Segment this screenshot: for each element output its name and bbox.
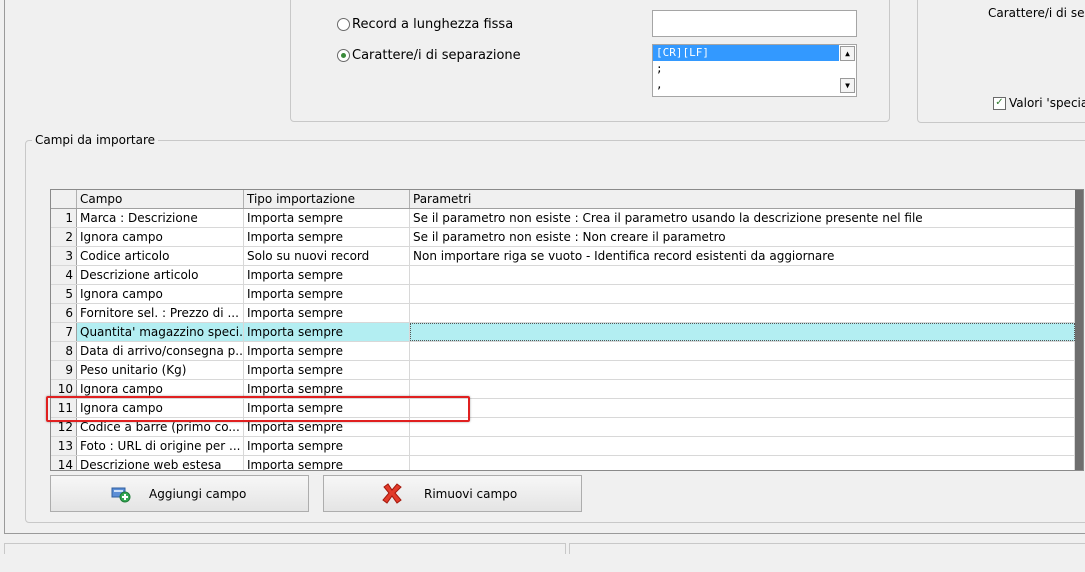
cell-parametri[interactable] <box>410 266 1075 284</box>
cell-campo[interactable]: Ignora campo <box>77 285 244 303</box>
column-header-parametri[interactable]: Parametri <box>410 190 1075 208</box>
cell-tipo[interactable]: Importa sempre <box>244 304 410 322</box>
cell-tipo[interactable]: Importa sempre <box>244 285 410 303</box>
cell-parametri[interactable] <box>410 399 1075 417</box>
column-header-campo[interactable]: Campo <box>77 190 244 208</box>
remove-field-button[interactable]: Rimuovi campo <box>323 475 582 512</box>
row-number: 9 <box>51 361 77 379</box>
table-row[interactable]: 5 Ignora campo Importa sempre <box>51 285 1075 304</box>
cell-parametri[interactable] <box>410 342 1075 360</box>
row-number: 2 <box>51 228 77 246</box>
row-number: 1 <box>51 209 77 227</box>
row-number: 14 <box>51 456 77 470</box>
status-bar-left <box>4 543 566 554</box>
row-number: 8 <box>51 342 77 360</box>
cell-parametri[interactable]: Se il parametro non esiste : Crea il par… <box>410 209 1075 227</box>
cell-parametri[interactable]: Se il parametro non esiste : Non creare … <box>410 228 1075 246</box>
cell-tipo[interactable]: Importa sempre <box>244 342 410 360</box>
cell-tipo[interactable]: Importa sempre <box>244 361 410 379</box>
column-header-tipo[interactable]: Tipo importazione <box>244 190 410 208</box>
table-row[interactable]: 7 Quantita' magazzino speci... Importa sem… <box>51 323 1075 342</box>
cell-tipo[interactable]: Importa sempre <box>244 266 410 284</box>
cell-tipo[interactable]: Importa sempre <box>244 228 410 246</box>
cell-campo[interactable]: Data di arrivo/consegna p... <box>77 342 244 360</box>
table-row[interactable]: 14 Descrizione web estesa Importa sempre <box>51 456 1075 470</box>
fields-grid[interactable]: Campo Tipo importazione Parametri 1 Marca… <box>50 189 1084 471</box>
cell-parametri[interactable] <box>410 437 1075 455</box>
cell-tipo[interactable]: Solo su nuovi record <box>244 247 410 265</box>
row-number: 3 <box>51 247 77 265</box>
cell-parametri[interactable] <box>410 285 1075 303</box>
fields-group-title: Campi da importare <box>32 133 158 147</box>
cell-campo[interactable]: Descrizione web estesa <box>77 456 244 470</box>
cell-campo[interactable]: Descrizione articolo <box>77 266 244 284</box>
cell-parametri[interactable] <box>410 380 1075 398</box>
cell-parametri[interactable]: Non importare riga se vuoto - Identifica… <box>410 247 1075 265</box>
row-number: 7 <box>51 323 77 341</box>
table-row[interactable]: 3 Codice articolo Solo su nuovi record Non … <box>51 247 1075 266</box>
cell-tipo[interactable]: Importa sempre <box>244 209 410 227</box>
table-row[interactable]: 6 Fornitore sel. : Prezzo di ... Importa s… <box>51 304 1075 323</box>
row-number-header <box>51 190 77 208</box>
table-row[interactable]: 2 Ignora campo Importa sempre Se il paramet… <box>51 228 1075 247</box>
cell-parametri[interactable] <box>410 304 1075 322</box>
cell-campo[interactable]: Codice articolo <box>77 247 244 265</box>
add-field-label: Aggiungi campo <box>149 487 247 501</box>
row-number: 13 <box>51 437 77 455</box>
cell-parametri[interactable] <box>410 456 1075 470</box>
cell-campo[interactable]: Foto : URL di origine per ... <box>77 437 244 455</box>
cell-campo[interactable]: Ignora campo <box>77 228 244 246</box>
cell-parametri[interactable] <box>410 418 1075 436</box>
cell-campo[interactable]: Peso unitario (Kg) <box>77 361 244 379</box>
table-row[interactable]: 4 Descrizione articolo Importa sempre <box>51 266 1075 285</box>
grid-scrollbar[interactable] <box>1075 190 1083 470</box>
cell-parametri[interactable] <box>410 361 1075 379</box>
table-row[interactable]: 13 Foto : URL di origine per ... Importa s… <box>51 437 1075 456</box>
row-number: 6 <box>51 304 77 322</box>
remove-field-label: Rimuovi campo <box>424 487 518 501</box>
table-row[interactable]: 9 Peso unitario (Kg) Importa sempre <box>51 361 1075 380</box>
status-bar-right <box>569 543 1085 554</box>
cell-campo[interactable]: Fornitore sel. : Prezzo di ... <box>77 304 244 322</box>
add-field-icon <box>111 485 131 503</box>
table-row[interactable]: 8 Data di arrivo/consegna p... Importa sem… <box>51 342 1075 361</box>
table-row[interactable]: 1 Marca : Descrizione Importa sempre Se il … <box>51 209 1075 228</box>
cell-campo[interactable]: Quantita' magazzino speci... <box>77 323 244 341</box>
cell-parametri[interactable] <box>410 323 1075 341</box>
cell-tipo[interactable]: Importa sempre <box>244 437 410 455</box>
red-x-icon <box>381 482 403 504</box>
grid-header: Campo Tipo importazione Parametri <box>51 190 1083 209</box>
cell-tipo[interactable]: Importa sempre <box>244 323 410 341</box>
add-field-button[interactable]: Aggiungi campo <box>50 475 309 512</box>
row-number: 4 <box>51 266 77 284</box>
highlight-annotation <box>46 396 470 422</box>
row-number: 5 <box>51 285 77 303</box>
cell-campo[interactable]: Marca : Descrizione <box>77 209 244 227</box>
cell-tipo[interactable]: Importa sempre <box>244 456 410 470</box>
